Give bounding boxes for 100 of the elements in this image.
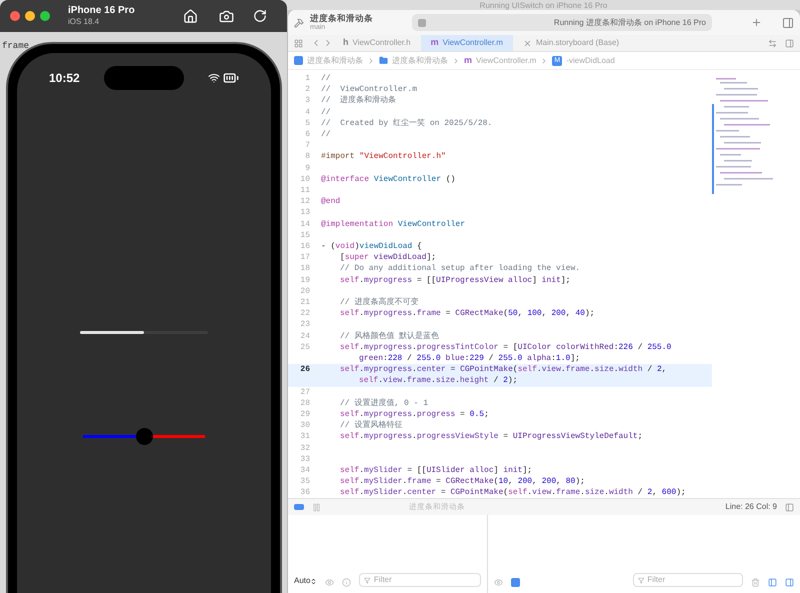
code-line: self.mySlider.frame = CGRectMake(10, 200, 200, 80);: [339, 476, 585, 488]
code-line: self.myprogress.progressViewStyle = UIProgressViewStyleDefault;: [339, 431, 643, 443]
line-number: 2: [304, 84, 310, 96]
line-number: 17: [299, 252, 310, 264]
status-time: 10:52: [49, 70, 80, 87]
line-number: 32: [299, 442, 310, 454]
line-number: 19: [299, 274, 310, 286]
activity-text: Running 进度条和滑动条 on iPhone 16 Pro: [554, 16, 706, 28]
minimize-icon[interactable]: [25, 11, 35, 21]
filter-input[interactable]: Filter: [374, 574, 476, 586]
line-number: 23: [299, 319, 310, 331]
line-number: 33: [299, 454, 310, 466]
code-line: // Created by 红尘一笑 on 2025/5/28.: [321, 118, 492, 130]
editor-options-icon[interactable]: [785, 38, 794, 48]
editor-tab[interactable]: m ViewController.m: [420, 35, 513, 51]
debug-toggle-icon[interactable]: [294, 504, 304, 510]
code-line: //: [321, 73, 331, 84]
line-number: 8: [304, 151, 310, 163]
slider-thumb[interactable]: [136, 428, 152, 445]
filter-field[interactable]: Filter: [633, 573, 743, 587]
code-line: @end: [321, 196, 340, 208]
code-line: //: [321, 106, 331, 118]
code-line: // 风格颜色值 默认是蓝色: [339, 330, 440, 342]
filter-field[interactable]: Filter: [359, 573, 481, 587]
code-line: - (void)viewDidLoad {: [321, 241, 422, 252]
folder-icon: [379, 56, 388, 65]
line-number: 14: [299, 218, 310, 230]
pause-icon[interactable]: [312, 502, 321, 512]
breadcrumb-item[interactable]: -viewDidLoad: [566, 54, 615, 66]
line-number: 34: [299, 465, 310, 476]
editor-tab[interactable]: h ViewController.h: [333, 35, 421, 51]
code-line: // Do any additional setup after loading the view.: [339, 263, 580, 275]
inspector-toggle-icon[interactable]: [782, 16, 794, 28]
line-number: 7: [304, 140, 310, 152]
code-line: // 进度条和滑动条: [321, 95, 396, 107]
filter-icon: [364, 576, 371, 584]
panel-right-icon[interactable]: [785, 578, 794, 587]
updown-icon: [310, 578, 318, 584]
line-number: 29: [299, 409, 310, 420]
background-window-title: Running UISwitch on iPhone 16 Pro: [480, 1, 608, 10]
scheme-icon[interactable]: [294, 18, 304, 28]
code-line: // ViewController.m: [321, 84, 418, 95]
line-number: 35: [299, 476, 310, 488]
code-line: @interface ViewController (): [321, 174, 456, 186]
line-number: 13: [299, 207, 310, 219]
line-number: 1: [304, 73, 310, 84]
line-number: 30: [299, 420, 310, 432]
code-line: self.mySlider = [[UISlider alloc] init];: [339, 465, 532, 476]
line-number: 4: [304, 106, 310, 118]
grid-icon[interactable]: [294, 38, 303, 48]
code-line: self.myprogress.frame = CGRectMake(50, 100, 200, 40);: [339, 308, 595, 320]
file-icon: m: [430, 36, 439, 50]
line-number: 28: [299, 398, 310, 410]
code-line: @implementation ViewController: [321, 218, 466, 230]
eye-icon[interactable]: [325, 578, 334, 587]
line-number: 10: [299, 174, 310, 186]
line-number: 36: [299, 487, 310, 499]
add-icon[interactable]: [751, 17, 762, 28]
eye-icon[interactable]: [494, 578, 503, 587]
scope-selector[interactable]: Auto: [294, 575, 318, 587]
close-icon[interactable]: [10, 11, 20, 21]
code-line: self.mySlider.center = CGPointMake(self.view.frame.size.width / 2, 600);: [339, 487, 686, 499]
os-version: iOS 18.4: [68, 16, 100, 27]
storyboard-file-icon: [522, 38, 532, 48]
zoom-icon[interactable]: [40, 11, 50, 21]
breadcrumb-item[interactable]: 进度条和滑动条: [392, 54, 448, 66]
line-number: 22: [299, 308, 310, 320]
info-icon[interactable]: [342, 578, 352, 587]
cursor-position: Line: 26 Col: 9: [725, 501, 777, 513]
panel-left-icon[interactable]: [768, 578, 777, 587]
file-icon: m: [464, 54, 472, 68]
swap-icon[interactable]: [768, 38, 777, 48]
filter-icon: [638, 576, 644, 584]
line-number: 18: [299, 263, 310, 275]
code-line: [super viewDidLoad];: [339, 252, 436, 264]
line-number: 31: [299, 431, 310, 443]
line-number: 20: [299, 286, 310, 298]
breadcrumb-separator-icon: [367, 56, 375, 64]
slider[interactable]: [83, 428, 205, 445]
camera-icon[interactable]: [219, 8, 234, 24]
code-line: #import "ViewController.h": [321, 151, 446, 163]
code-line: self.myprogress.center = CGPointMake(self.view.frame.size.width / 2, self.view.frame.size.height / 2);: [339, 364, 667, 387]
toggle-icon[interactable]: [511, 578, 520, 587]
trash-icon[interactable]: [751, 578, 760, 587]
rotate-icon[interactable]: [253, 9, 267, 23]
device-name: iPhone 16 Pro: [68, 5, 135, 16]
breadcrumb-item[interactable]: 进度条和滑动条: [307, 54, 363, 66]
filter-input[interactable]: Filter: [647, 574, 738, 586]
home-icon[interactable]: [183, 8, 198, 24]
code-line: self.myprogress = [[UIProgressView alloc] init];: [339, 274, 570, 286]
line-number: 25: [299, 342, 310, 354]
breadcrumb-item[interactable]: ViewController.m: [476, 54, 536, 66]
project-icon: [294, 56, 303, 65]
panel-icon[interactable]: [785, 502, 794, 512]
app-icon: [418, 18, 426, 26]
line-number: 3: [304, 95, 310, 107]
line-number: 11: [299, 185, 310, 196]
line-number: 5: [304, 118, 310, 130]
code-line: //: [321, 129, 331, 140]
editor-tab[interactable]: Main.storyboard (Base): [512, 35, 630, 51]
